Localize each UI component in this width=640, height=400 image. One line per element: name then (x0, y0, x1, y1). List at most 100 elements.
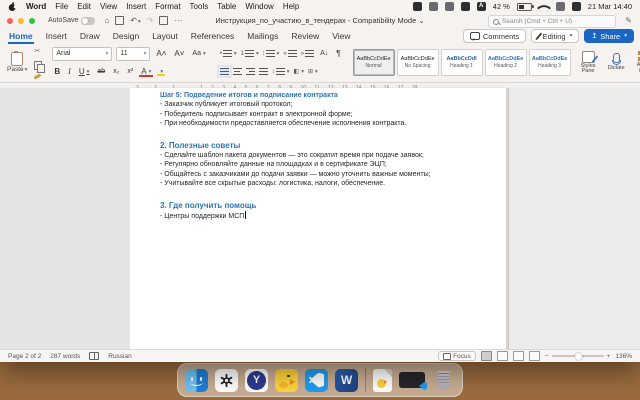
draft-view-button[interactable] (529, 351, 540, 361)
align-center-button[interactable] (233, 68, 242, 75)
bullets-button[interactable]: •▾ (220, 50, 237, 57)
subscript-button[interactable]: x₂ (111, 68, 121, 75)
tab-references[interactable]: References (190, 29, 235, 44)
highlight-button[interactable]: ▾ (157, 69, 165, 75)
zoom-out-button[interactable]: − (545, 353, 549, 360)
menu-format[interactable]: Format (155, 2, 180, 11)
align-left-button[interactable] (220, 68, 229, 75)
menu-file[interactable]: File (55, 2, 68, 11)
zoom-in-button[interactable]: + (607, 353, 611, 360)
menu-edit[interactable]: Edit (77, 2, 91, 11)
wifi-icon[interactable] (537, 0, 551, 14)
menu-table[interactable]: Table (217, 2, 236, 11)
page-indicator[interactable]: Page 2 of 2 (8, 353, 41, 360)
user-account-icon[interactable] (572, 2, 581, 11)
minimized-window-icon[interactable] (399, 372, 425, 388)
home-icon[interactable]: ⌂ (104, 16, 109, 25)
grow-font-button[interactable]: A˄ (154, 49, 168, 58)
app-status-icon[interactable] (461, 2, 470, 11)
tab-review[interactable]: Review (290, 29, 320, 44)
web-layout-view-button[interactable] (497, 351, 508, 361)
tab-view[interactable]: View (331, 29, 351, 44)
keyboard-layout-icon[interactable]: A (477, 2, 486, 11)
zoom-percent[interactable]: 136% (615, 353, 632, 360)
screen-record-icon[interactable] (413, 2, 422, 11)
style-heading-2[interactable]: AaBbCcDdEe Heading 2 (485, 49, 527, 76)
line-spacing-button[interactable]: ↕▾ (272, 68, 290, 75)
word-count[interactable]: 287 words (50, 353, 80, 360)
italic-button[interactable]: I (66, 67, 73, 76)
copy-button[interactable] (34, 61, 42, 70)
tab-insert[interactable]: Insert (45, 29, 68, 44)
styles-pane-button[interactable]: Styles Pane (579, 46, 598, 79)
status-extra-icon[interactable] (429, 2, 438, 11)
settings-status-icon[interactable] (445, 2, 454, 11)
outline-view-button[interactable] (513, 351, 524, 361)
increase-indent-button[interactable]: » (301, 50, 314, 57)
multilevel-list-button[interactable]: ⁝▾ (263, 50, 280, 57)
tab-home[interactable]: Home (8, 29, 34, 44)
battery-icon[interactable] (517, 3, 532, 11)
close-window-button[interactable] (7, 18, 13, 24)
trash-icon[interactable] (432, 369, 455, 392)
justify-button[interactable] (259, 68, 268, 75)
strikethrough-button[interactable]: ab (95, 68, 107, 75)
menu-tools[interactable]: Tools (190, 2, 209, 11)
add-ins-button[interactable]: Add-ins (635, 46, 640, 79)
superscript-button[interactable]: x² (125, 68, 135, 75)
zoom-slider-knob[interactable] (575, 353, 582, 360)
bold-button[interactable]: B (52, 67, 62, 76)
format-painter-button[interactable] (34, 73, 42, 79)
menu-help[interactable]: Help (283, 2, 299, 11)
menu-view[interactable]: View (100, 2, 117, 11)
dictate-button[interactable]: Dictate (606, 46, 627, 79)
print-icon[interactable] (159, 16, 168, 25)
underline-button[interactable]: U▾ (77, 67, 92, 76)
tab-layout[interactable]: Layout (151, 29, 179, 44)
borders-button[interactable]: ⊞▾ (308, 68, 318, 75)
style-normal[interactable]: AaBbCcDdEe Normal (353, 49, 395, 76)
shrink-font-button[interactable]: A˅ (172, 49, 186, 58)
yandex-browser-icon[interactable]: Y (245, 369, 268, 392)
menu-window[interactable]: Window (245, 2, 273, 11)
cyberduck-icon[interactable] (275, 369, 298, 392)
proofing-icon[interactable] (89, 352, 99, 360)
save-icon[interactable] (115, 16, 124, 25)
editing-mode-button[interactable]: Editing▾ (531, 29, 579, 43)
menu-word[interactable]: Word (26, 2, 46, 11)
tab-mailings[interactable]: Mailings (246, 29, 279, 44)
shading-button[interactable]: ◧▾ (294, 68, 304, 75)
align-right-button[interactable] (246, 68, 255, 75)
tab-design[interactable]: Design (112, 29, 140, 44)
style-no-spacing[interactable]: AaBbCcDdEe No Spacing (397, 49, 439, 76)
focus-mode-button[interactable]: Focus (438, 351, 476, 361)
search-input[interactable]: Search (Cmd + Ctrl + U) (488, 15, 616, 28)
decrease-indent-button[interactable]: « (283, 50, 296, 57)
recent-document-icon[interactable] (373, 369, 392, 392)
zoom-window-button[interactable] (29, 18, 35, 24)
autosave-toggle[interactable] (81, 17, 95, 25)
menubar-clock[interactable]: 21 Mar 14:40 (588, 2, 632, 11)
numbering-button[interactable]: 1▾ (241, 50, 259, 57)
control-center-icon[interactable] (556, 2, 565, 11)
language-indicator[interactable]: Russian (108, 353, 131, 360)
style-heading-3[interactable]: AaBbCcDdEe Heading 3 (529, 49, 571, 76)
paste-button[interactable]: Paste▾ (4, 46, 30, 79)
word-dock-icon[interactable]: W (335, 369, 358, 392)
more-commands-icon[interactable]: ··· (174, 16, 182, 25)
minimize-window-button[interactable] (18, 18, 24, 24)
sort-button[interactable]: A↓ (318, 50, 330, 57)
style-heading-1[interactable]: AaBbCcDdI Heading 1 (441, 49, 483, 76)
cut-button[interactable]: ✂ (34, 47, 42, 55)
tab-draw[interactable]: Draw (79, 29, 101, 44)
change-case-button[interactable]: Aa▾ (190, 50, 207, 57)
print-layout-view-button[interactable] (481, 351, 492, 361)
font-color-button[interactable]: A▾ (139, 67, 153, 76)
finder-icon[interactable] (185, 369, 208, 392)
font-name-select[interactable]: Arial▾ (52, 47, 112, 61)
comments-button[interactable]: Comments (463, 29, 526, 43)
undo-icon[interactable]: ↶▾ (130, 16, 140, 25)
document-page[interactable]: Шаг 5: Подведение итогов и подписание ко… (130, 88, 506, 350)
menu-insert[interactable]: Insert (126, 2, 146, 11)
show-paragraph-marks-button[interactable]: ¶ (334, 49, 342, 58)
